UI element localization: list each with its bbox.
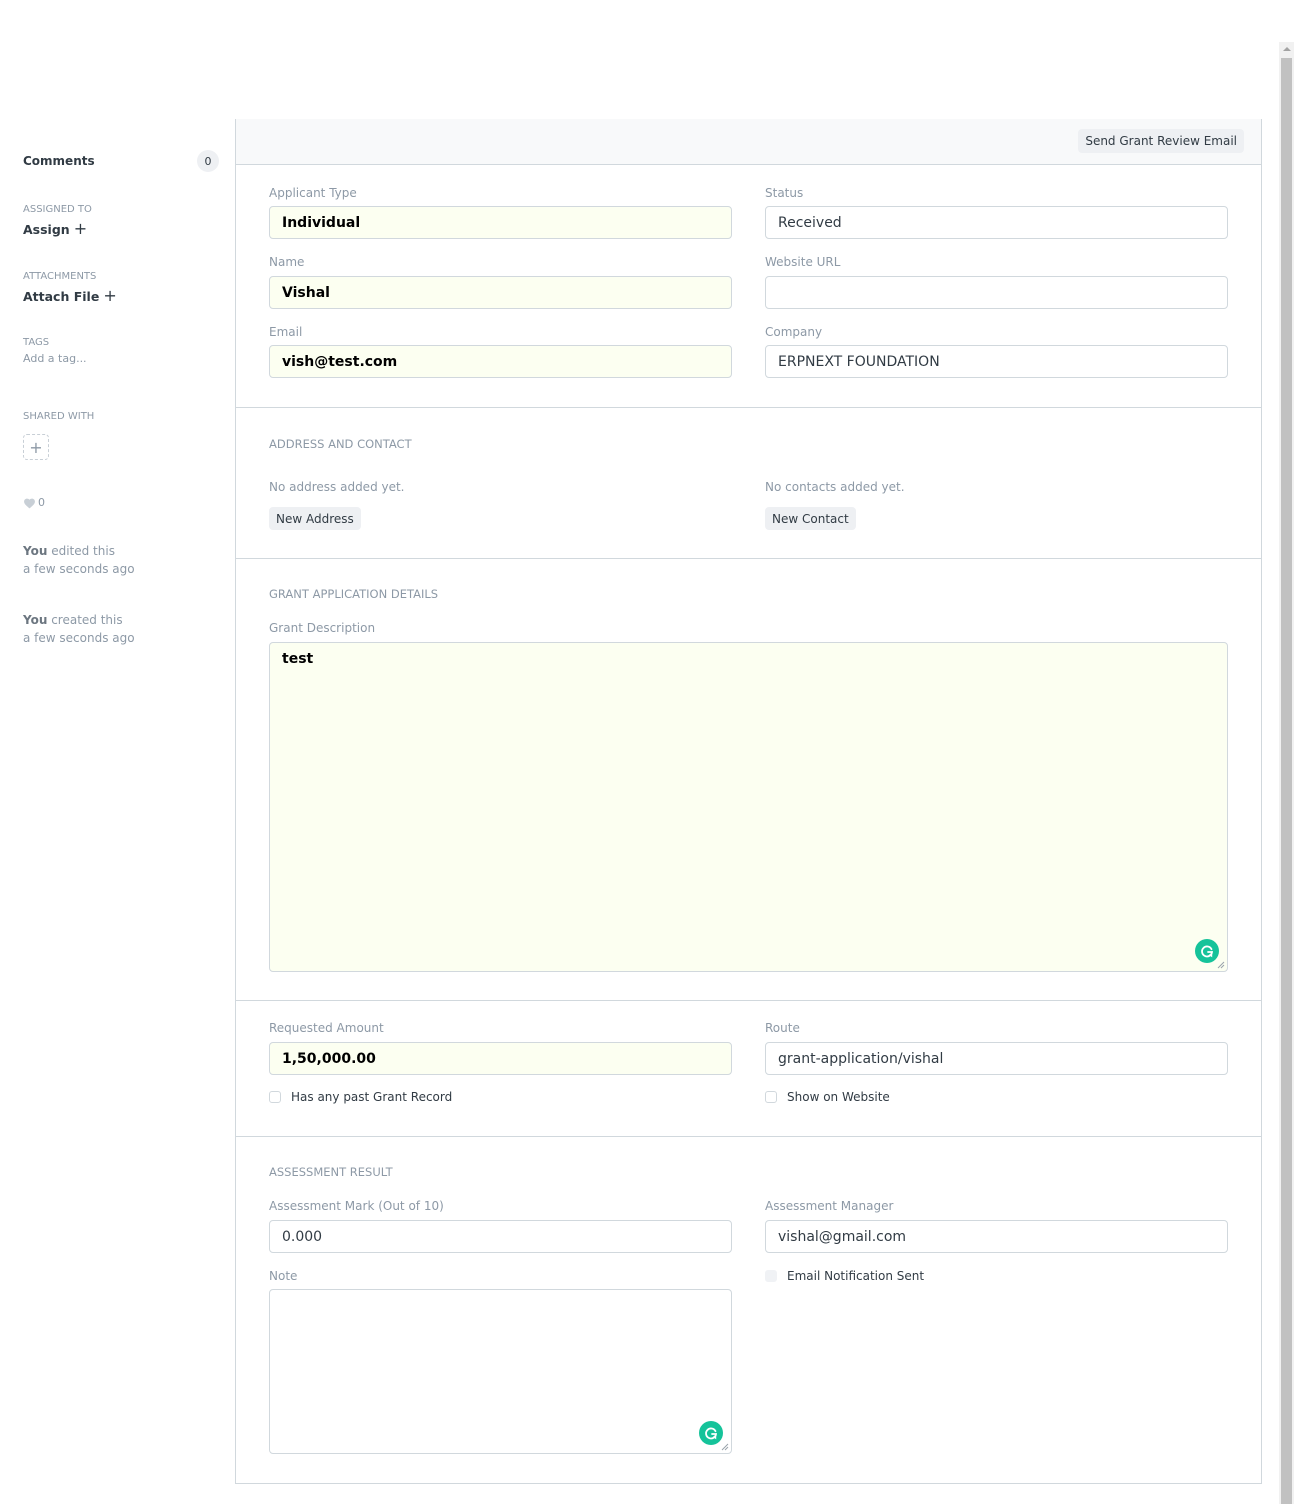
name-label: Name	[269, 255, 305, 269]
grammarly-icon[interactable]	[1195, 939, 1219, 963]
activity-item: You edited this a few seconds ago	[23, 542, 219, 578]
route-label: Route	[765, 1021, 800, 1035]
grant-details-title: GRANT APPLICATION DETAILS	[269, 587, 439, 601]
scroll-up-arrow-icon[interactable]	[1279, 42, 1294, 56]
requested-amount-label: Requested Amount	[269, 1021, 384, 1035]
section-assessment: ASSESSMENT RESULT Assessment Mark (Out o…	[236, 1137, 1261, 1484]
route-input[interactable]: grant-application/vishal	[765, 1042, 1228, 1075]
section-address-contact: ADDRESS AND CONTACT No address added yet…	[236, 408, 1261, 559]
grant-description-textarea[interactable]: test	[269, 642, 1228, 972]
website-url-input[interactable]	[765, 276, 1228, 309]
tags-section: TAGS Add a tag...	[23, 337, 219, 365]
plus-icon: +	[73, 219, 88, 238]
company-input[interactable]: ERPNEXT FOUNDATION	[765, 345, 1228, 378]
email-label: Email	[269, 325, 303, 339]
shared-with-heading: SHARED WITH	[23, 411, 95, 422]
activity-item: You created this a few seconds ago	[23, 611, 219, 647]
likes-count: 0	[38, 496, 45, 509]
activity-action: edited this	[51, 544, 115, 558]
send-grant-review-email-button[interactable]: Send Grant Review Email	[1078, 129, 1244, 153]
attachments-heading: ATTACHMENTS	[23, 271, 97, 282]
email-notification-sent-checkbox: Email Notification Sent	[765, 1269, 924, 1283]
grant-description-value: test	[282, 651, 314, 667]
new-address-button[interactable]: New Address	[269, 507, 361, 530]
activity-action: created this	[51, 613, 123, 627]
assigned-to-section: ASSIGNED TO Assign +	[23, 204, 219, 237]
checkbox-box	[765, 1270, 777, 1282]
section-amounts: Requested Amount 1,50,000.00 Has any pas…	[236, 1001, 1261, 1137]
show-on-website-label: Show on Website	[787, 1090, 890, 1104]
attachments-section: ATTACHMENTS Attach File +	[23, 271, 219, 304]
plus-icon: +	[103, 286, 117, 305]
activity-user: You	[23, 544, 48, 558]
assessment-manager-input[interactable]: vishal@gmail.com	[765, 1220, 1228, 1253]
note-textarea[interactable]	[269, 1289, 732, 1454]
plus-icon: +	[29, 437, 43, 457]
show-on-website-checkbox[interactable]: Show on Website	[765, 1090, 890, 1104]
address-contact-title: ADDRESS AND CONTACT	[269, 437, 412, 451]
section-applicant-details: Applicant Type Individual Name Vishal Em…	[236, 165, 1261, 408]
resize-handle-icon[interactable]	[721, 1443, 729, 1451]
assessment-mark-input[interactable]: 0.000	[269, 1220, 732, 1253]
past-grant-checkbox[interactable]: Has any past Grant Record	[269, 1090, 452, 1104]
applicant-type-label: Applicant Type	[269, 186, 357, 200]
add-tag-input[interactable]: Add a tag...	[23, 352, 219, 365]
note-label: Note	[269, 1269, 298, 1283]
comments-row[interactable]: Comments 0	[23, 150, 219, 172]
name-input[interactable]: Vishal	[269, 276, 732, 309]
add-share-button[interactable]: +	[23, 434, 49, 460]
shared-with-section: SHARED WITH +	[23, 411, 219, 460]
assign-label: Assign	[23, 221, 70, 237]
activity-user: You	[23, 613, 48, 627]
assessment-title: ASSESSMENT RESULT	[269, 1165, 393, 1179]
activity-time: a few seconds ago	[23, 631, 135, 645]
section-grant-details: GRANT APPLICATION DETAILS Grant Descript…	[236, 559, 1261, 1001]
assign-button[interactable]: Assign +	[23, 221, 87, 237]
page-scrollbar[interactable]	[1279, 42, 1294, 1504]
no-contacts-text: No contacts added yet.	[765, 480, 905, 494]
company-label: Company	[765, 325, 823, 339]
checkbox-box[interactable]	[765, 1091, 777, 1103]
past-grant-label: Has any past Grant Record	[291, 1090, 453, 1104]
tags-heading: TAGS	[23, 337, 50, 348]
grammarly-icon[interactable]	[699, 1421, 723, 1445]
status-label: Status	[765, 186, 804, 200]
form-sidebar: Comments 0 ASSIGNED TO Assign + ATTACHME…	[23, 150, 219, 647]
assigned-to-heading: ASSIGNED TO	[23, 204, 92, 215]
status-select[interactable]: Received	[765, 206, 1228, 239]
resize-handle-icon[interactable]	[1217, 961, 1225, 969]
scrollbar-thumb[interactable]	[1281, 58, 1292, 1504]
requested-amount-input[interactable]: 1,50,000.00	[269, 1042, 732, 1075]
checkbox-box[interactable]	[269, 1091, 281, 1103]
no-address-text: No address added yet.	[269, 480, 405, 494]
activity-time: a few seconds ago	[23, 562, 135, 576]
attach-file-label: Attach File	[23, 288, 100, 304]
grant-application-form: Send Grant Review Email Applicant Type I…	[235, 119, 1262, 1484]
assessment-mark-label: Assessment Mark (Out of 10)	[269, 1199, 444, 1213]
heart-icon	[24, 498, 35, 508]
assessment-manager-label: Assessment Manager	[765, 1199, 894, 1213]
new-contact-button[interactable]: New Contact	[765, 507, 856, 530]
email-input[interactable]: vish@test.com	[269, 345, 732, 378]
comments-count-badge: 0	[197, 150, 219, 172]
grant-description-label: Grant Description	[269, 621, 376, 635]
like-button[interactable]: 0	[23, 496, 219, 509]
attach-file-button[interactable]: Attach File +	[23, 288, 117, 304]
website-url-label: Website URL	[765, 255, 841, 269]
email-notification-sent-label: Email Notification Sent	[787, 1269, 925, 1283]
applicant-type-select[interactable]: Individual	[269, 206, 732, 239]
form-toolbar: Send Grant Review Email	[236, 119, 1261, 165]
comments-label: Comments	[23, 154, 95, 168]
